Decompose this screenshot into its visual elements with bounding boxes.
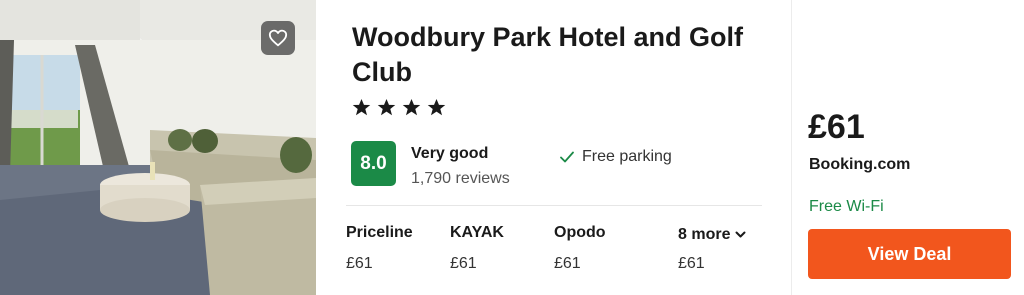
hotel-photo[interactable] bbox=[0, 0, 316, 295]
provider-price: £61 bbox=[346, 255, 373, 272]
more-providers-label: 8 more bbox=[678, 226, 731, 243]
provider-name: Priceline bbox=[346, 224, 413, 241]
star-icon bbox=[352, 98, 371, 116]
deal-price[interactable]: £61 bbox=[808, 108, 865, 147]
deal-perk: Free Wi-Fi bbox=[809, 198, 884, 215]
star-icon bbox=[377, 98, 396, 116]
provider-priceline[interactable]: Priceline £61 bbox=[346, 224, 413, 273]
star-rating bbox=[352, 98, 446, 117]
hotel-details: Woodbury Park Hotel and Golf Club 8.0 Ve… bbox=[316, 0, 792, 295]
view-deal-button[interactable]: View Deal bbox=[808, 229, 1011, 279]
rating-label: Very good bbox=[411, 145, 489, 162]
star-icon bbox=[402, 98, 421, 116]
deal-site[interactable]: Booking.com bbox=[809, 156, 910, 174]
provider-name: Opodo bbox=[554, 224, 606, 241]
star-icon bbox=[427, 98, 446, 116]
chevron-down-icon bbox=[735, 231, 746, 238]
provider-opodo[interactable]: Opodo £61 bbox=[554, 224, 606, 273]
more-providers-button[interactable]: 8 more bbox=[678, 226, 746, 244]
more-providers[interactable]: 8 more £61 bbox=[678, 226, 746, 273]
hotel-result-card: Woodbury Park Hotel and Golf Club 8.0 Ve… bbox=[0, 0, 1024, 295]
amenity-label: Free parking bbox=[582, 148, 672, 165]
amenity-free-parking: Free parking bbox=[560, 148, 672, 166]
provider-price: £61 bbox=[450, 255, 477, 272]
heart-icon bbox=[268, 29, 288, 47]
divider bbox=[346, 205, 762, 206]
checkmark-icon bbox=[560, 151, 574, 163]
more-providers-price: £61 bbox=[678, 255, 705, 272]
provider-price: £61 bbox=[554, 255, 581, 272]
provider-name: KAYAK bbox=[450, 224, 504, 241]
review-count[interactable]: 1,790 reviews bbox=[411, 170, 510, 188]
review-score-badge[interactable]: 8.0 bbox=[351, 141, 396, 186]
best-deal-panel: £61 Booking.com Free Wi-Fi View Deal bbox=[792, 0, 1024, 295]
provider-kayak[interactable]: KAYAK £61 bbox=[450, 224, 504, 273]
hotel-name[interactable]: Woodbury Park Hotel and Golf Club bbox=[352, 20, 772, 90]
favorite-button[interactable] bbox=[261, 21, 295, 55]
